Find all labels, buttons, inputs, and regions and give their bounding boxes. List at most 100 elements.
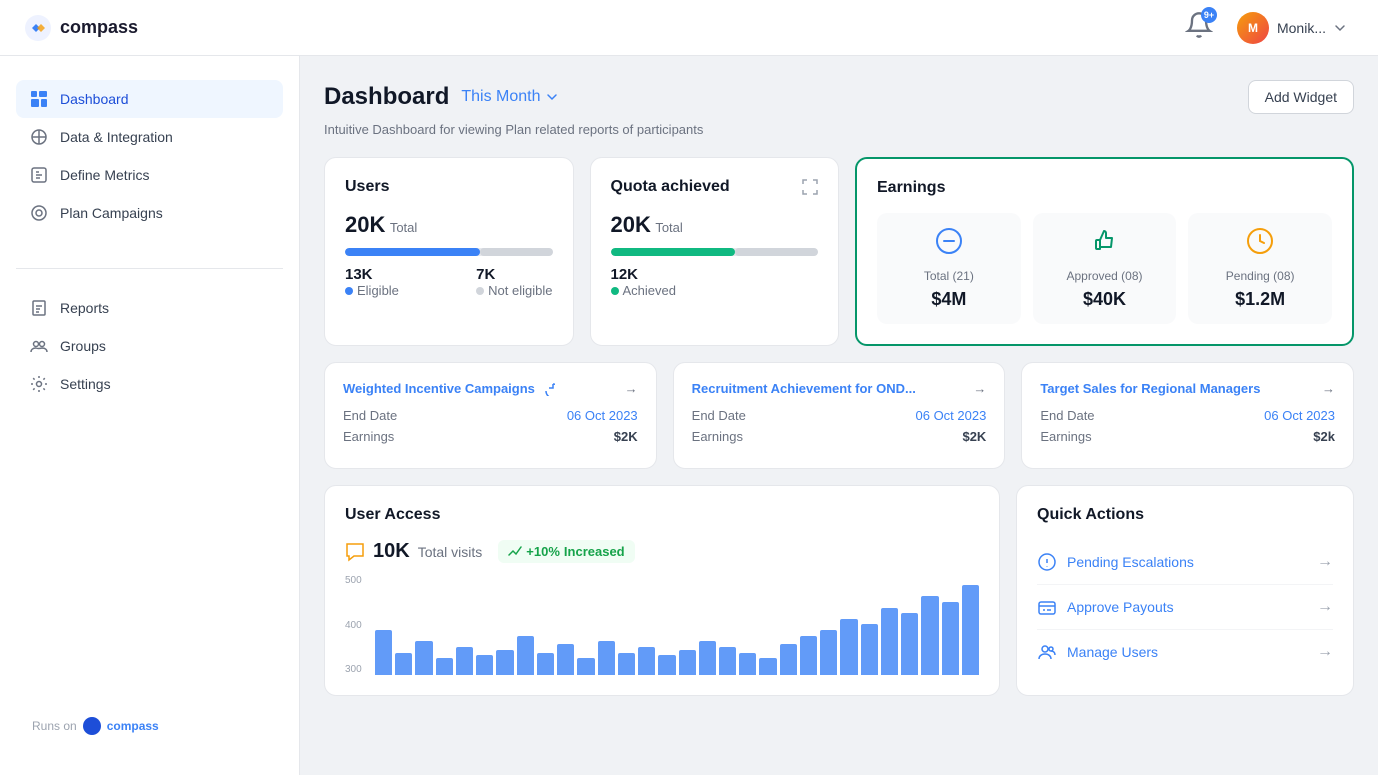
chart-bar xyxy=(638,647,655,675)
page-header: Dashboard This Month Add Widget xyxy=(324,80,1354,114)
runs-on-label: Runs on xyxy=(32,719,77,733)
campaign-target-sales-earnings-row: Earnings $2k xyxy=(1040,429,1335,444)
sidebar-item-label: Groups xyxy=(60,338,106,354)
month-selector[interactable]: This Month xyxy=(461,88,558,106)
user-menu-button[interactable]: M Monik... xyxy=(1229,8,1354,48)
sidebar-item-label: Data & Integration xyxy=(60,129,173,145)
payout-icon xyxy=(1037,597,1057,617)
chart-bar xyxy=(921,596,938,675)
sidebar: Dashboard Data & Integration Define Metr… xyxy=(0,56,300,775)
earnings-pending-icon xyxy=(1202,227,1318,261)
expand-icon[interactable] xyxy=(802,179,818,195)
qa-arrow-icon: → xyxy=(1317,553,1333,571)
sidebar-item-reports[interactable]: Reports xyxy=(16,289,283,327)
earnings-card-title: Earnings xyxy=(877,179,1332,197)
not-eligible-value: 7K xyxy=(476,266,552,283)
quota-card: Quota achieved 20K Total 12K xyxy=(590,157,840,346)
quick-actions-title: Quick Actions xyxy=(1037,506,1333,524)
sidebar-item-dashboard[interactable]: Dashboard xyxy=(16,80,283,118)
not-eligible-stat: 7K Not eligible xyxy=(476,266,552,298)
not-eligible-label: Not eligible xyxy=(476,283,552,298)
page-subtitle: Intuitive Dashboard for viewing Plan rel… xyxy=(324,122,1354,137)
users-stat-row: 13K Eligible 7K Not eligible xyxy=(345,266,553,298)
chevron-down-icon xyxy=(545,90,559,104)
sidebar-divider xyxy=(16,268,283,269)
campaign-target-sales-end-date-row: End Date 06 Oct 2023 xyxy=(1040,408,1335,423)
qa-pending-label: Pending Escalations xyxy=(1067,554,1194,570)
dashboard-icon xyxy=(30,90,48,108)
chart-bar xyxy=(517,636,534,675)
qa-item-left: Approve Payouts xyxy=(1037,597,1174,617)
chart-label-400: 400 xyxy=(345,620,362,631)
ua-increase-badge: +10% Increased xyxy=(498,540,634,563)
chart-bar xyxy=(739,653,756,676)
qa-manage-users[interactable]: Manage Users → xyxy=(1037,630,1333,674)
sidebar-item-groups[interactable]: Groups xyxy=(16,327,283,365)
users-total-label: Total xyxy=(390,220,417,235)
ua-header: 10K Total visits +10% Increased xyxy=(345,540,979,563)
chart-bar xyxy=(658,655,675,675)
stats-row: Users 20K Total 13K Eligible xyxy=(324,157,1354,346)
sidebar-item-define-metrics[interactable]: Define Metrics xyxy=(16,156,283,194)
chart-bar xyxy=(881,608,898,676)
chart-label-500: 500 xyxy=(345,575,362,586)
qa-arrow-icon: → xyxy=(1317,598,1333,616)
add-widget-button[interactable]: Add Widget xyxy=(1248,80,1354,114)
quota-total: 20K xyxy=(611,212,651,237)
chart-bar xyxy=(759,658,776,675)
qa-approve-payouts[interactable]: Approve Payouts → xyxy=(1037,585,1333,630)
sidebar-item-label: Settings xyxy=(60,376,111,392)
chart-bar xyxy=(598,641,615,675)
page-title-row: Dashboard This Month xyxy=(324,83,559,111)
chart-bar xyxy=(456,647,473,675)
campaign-target-sales-title: Target Sales for Regional Managers → xyxy=(1040,381,1335,396)
chart-labels: 500 400 300 xyxy=(345,575,362,675)
trending-up-icon xyxy=(508,545,522,559)
chart-bar xyxy=(699,641,716,675)
earnings-total-icon xyxy=(891,227,1007,261)
achieved-bar xyxy=(611,248,736,256)
ua-total-visits: 10K Total visits xyxy=(345,540,482,563)
campaign-arrow-icon[interactable]: → xyxy=(625,381,638,396)
sidebar-item-settings[interactable]: Settings xyxy=(16,365,283,403)
bottom-row: User Access 10K Total visits +10% xyxy=(324,485,1354,696)
chevron-down-icon xyxy=(1334,22,1346,34)
clock-icon xyxy=(1246,227,1274,255)
quota-progress-bar xyxy=(611,248,819,256)
eligible-stat: 13K Eligible xyxy=(345,266,399,298)
chart-area: 500 400 300 xyxy=(345,575,979,675)
users-total: 20K xyxy=(345,212,385,237)
sidebar-secondary-section: Reports Groups Settings xyxy=(16,289,283,403)
eligible-dot xyxy=(345,287,353,295)
topnav: compass 9+ M Monik... xyxy=(0,0,1378,56)
chart-bar xyxy=(820,630,837,675)
reports-icon xyxy=(30,299,48,317)
campaign-recruitment-end-date-row: End Date 06 Oct 2023 xyxy=(692,408,987,423)
minus-circle-icon xyxy=(935,227,963,255)
plan-campaigns-icon xyxy=(30,204,48,222)
layout: Dashboard Data & Integration Define Metr… xyxy=(0,0,1378,775)
earnings-pending-item: Pending (08) $1.2M xyxy=(1188,213,1332,324)
earnings-pending-label: Pending (08) xyxy=(1202,269,1318,283)
users-card-title: Users xyxy=(345,178,553,196)
campaign-arrow-icon[interactable]: → xyxy=(1322,381,1335,396)
achieved-label: Achieved xyxy=(611,283,676,298)
quota-total-label: Total xyxy=(655,220,682,235)
chart-bar xyxy=(375,630,392,675)
runs-on: Runs on compass xyxy=(16,701,283,751)
compass-mini-logo xyxy=(83,717,101,735)
qa-pending-escalations[interactable]: Pending Escalations → xyxy=(1037,540,1333,585)
earnings-approved-amount: $40K xyxy=(1047,289,1163,310)
refresh-icon[interactable] xyxy=(541,382,555,396)
sidebar-item-data-integration[interactable]: Data & Integration xyxy=(16,118,283,156)
earnings-pending-amount: $1.2M xyxy=(1202,289,1318,310)
campaign-recruitment: Recruitment Achievement for OND... → End… xyxy=(673,362,1006,469)
sidebar-item-plan-campaigns[interactable]: Plan Campaigns xyxy=(16,194,283,232)
eligible-bar xyxy=(345,248,480,256)
campaign-arrow-icon[interactable]: → xyxy=(973,381,986,396)
qa-item-left: Manage Users xyxy=(1037,642,1158,662)
chat-icon xyxy=(345,542,365,562)
notifications-button[interactable]: 9+ xyxy=(1185,11,1213,44)
logo-icon xyxy=(24,14,52,42)
chart-bar xyxy=(557,644,574,676)
